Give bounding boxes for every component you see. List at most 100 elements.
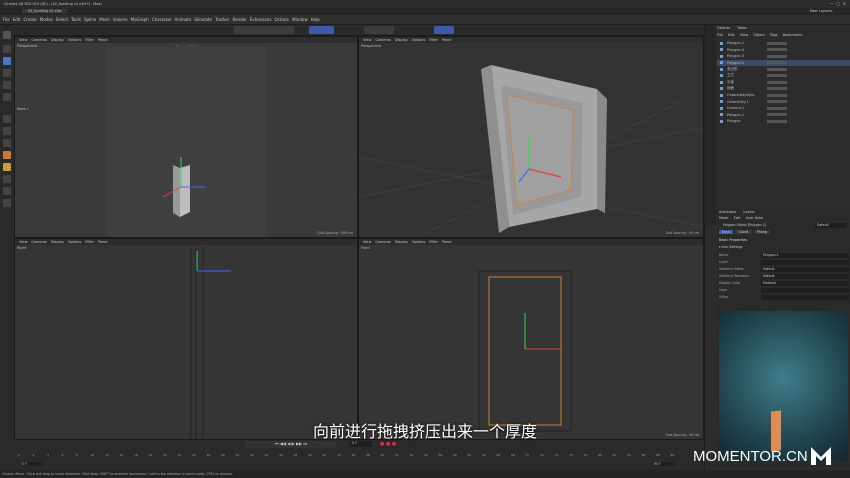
render-icons[interactable] [309, 26, 334, 34]
object-list-item[interactable]: 多边形 [717, 66, 850, 72]
attr-subsection[interactable]: ▾ Icon Settings [719, 245, 742, 249]
menu-item[interactable]: Extensions [250, 17, 272, 22]
tag-icons[interactable] [767, 74, 787, 77]
subtab-coord[interactable]: Coord. [735, 230, 752, 234]
object-list-item[interactable]: OctaneSky.1 [717, 99, 850, 105]
object-list-item[interactable]: Polygon.1 [717, 112, 850, 118]
paint-tool-icon[interactable] [3, 163, 11, 171]
record-buttons[interactable]: ● ● ● [380, 441, 410, 448]
attribute-value[interactable]: Material [761, 280, 849, 286]
object-list-item[interactable]: Polygon.2 [717, 59, 850, 66]
object-list-item[interactable]: Polygon.1 [717, 40, 850, 46]
viewport-perspective-right[interactable]: View Cameras Display Options Filter Pane… [358, 36, 704, 238]
menu-item[interactable]: Tools [71, 17, 81, 22]
menu-item[interactable]: Create [23, 17, 36, 22]
menu-item[interactable]: Select [56, 17, 68, 22]
attr-menu-edit[interactable]: Edit [734, 216, 741, 220]
playback-controls[interactable]: ⏮ ◀◀ ◀ ▶ ▶▶ ⏭ [246, 441, 336, 448]
object-list-item[interactable]: Polygon.0 [717, 47, 850, 53]
snap-icons[interactable] [364, 26, 394, 34]
obj-menu-object[interactable]: Object [753, 33, 764, 37]
object-list-item[interactable]: 地面 [717, 86, 850, 92]
rotate-tool-icon[interactable] [3, 69, 11, 77]
menu-item[interactable]: Animate [175, 17, 192, 22]
timeline-ruler[interactable]: 0 2 4 6 8 10 12 14 16 18 20 22 24 26 28 30 32 34 36 38 40 42 4… [18, 453, 678, 461]
subtab-basic[interactable]: Basic [719, 230, 734, 234]
point-mode-icon[interactable] [3, 115, 11, 123]
tab-takes[interactable]: Takes [737, 26, 747, 30]
menu-item[interactable]: Character [152, 17, 172, 22]
viewport-perspective-left[interactable]: View Cameras Display Options Filter Pane… [14, 36, 358, 238]
menu-item[interactable]: Edit [13, 17, 21, 22]
menu-item[interactable]: Window [292, 17, 308, 22]
tag-icons[interactable] [767, 41, 787, 45]
obj-menu-file[interactable]: File [717, 33, 723, 37]
menu-item[interactable]: Octane [274, 17, 288, 22]
octane-icons[interactable] [434, 26, 454, 34]
obj-menu-bookmarks[interactable]: Bookmarks [783, 33, 803, 37]
attr-menu-mode[interactable]: Mode [719, 216, 729, 220]
menu-item[interactable]: Tracker [215, 17, 229, 22]
tag-icons[interactable] [767, 113, 787, 116]
polygon-mode-icon[interactable] [3, 139, 11, 147]
tab-layers[interactable]: Layers [743, 210, 755, 214]
menu-item[interactable]: Mesh [99, 17, 110, 22]
knife-tool-icon[interactable] [3, 175, 11, 183]
move-tool-icon[interactable] [3, 57, 11, 65]
edge-mode-icon[interactable] [3, 127, 11, 135]
obj-menu-tags[interactable]: Tags [770, 33, 778, 37]
attribute-value[interactable]: Default [761, 266, 849, 272]
tag-icons[interactable] [767, 61, 787, 64]
end-frame[interactable]: 90 F [654, 462, 674, 466]
menu-item[interactable]: Volume [113, 17, 128, 22]
select-tool-icon[interactable] [3, 45, 11, 53]
menu-item[interactable]: MoGraph [131, 17, 149, 22]
tab-objects[interactable]: Objects [717, 26, 730, 30]
tab-document[interactable]: 02_building v2.c4d [22, 9, 68, 13]
object-list-item[interactable]: Polygon.3 [717, 53, 850, 59]
tag-icons[interactable] [767, 106, 787, 110]
attribute-value[interactable]: Polygon.2 [761, 252, 849, 258]
attr-mode-select[interactable]: Default [815, 223, 847, 228]
attr-menu-userdata[interactable]: User Data [746, 216, 763, 220]
subtab-phong[interactable]: Phong [753, 230, 770, 234]
tag-icons[interactable] [767, 100, 787, 103]
object-list-item[interactable]: Camera.1 [717, 105, 850, 111]
obj-menu-edit[interactable]: Edit [728, 33, 735, 37]
scale-tool-icon[interactable] [3, 81, 11, 89]
object-list-item[interactable]: 立方 [717, 73, 850, 79]
magnet-tool-icon[interactable] [3, 187, 11, 195]
tag-icons[interactable] [767, 48, 787, 51]
object-list-item[interactable]: Polygon [717, 118, 850, 124]
start-frame[interactable]: 0 F [22, 462, 42, 466]
menu-item[interactable]: Simulate [194, 17, 212, 22]
transform-tool-icon[interactable] [3, 93, 11, 101]
viewport-right[interactable]: View Cameras Display Options Filter Pane… [14, 238, 358, 440]
tag-icons[interactable] [767, 119, 787, 123]
tag-icons[interactable] [767, 54, 787, 58]
menu-item[interactable]: Modes [40, 17, 53, 22]
viewport-front[interactable]: View Cameras Display Options Filter Pane… [358, 238, 704, 440]
object-list-item[interactable]: OctaneDaylight [717, 92, 850, 98]
tab-attributes[interactable]: Attributes [719, 210, 736, 214]
tag-icons[interactable] [767, 80, 787, 84]
object-list-item[interactable]: 平面 [717, 79, 850, 85]
toolbar-icons[interactable] [234, 26, 294, 34]
menu-item[interactable]: File [3, 17, 10, 22]
menu-item[interactable]: Render [232, 17, 246, 22]
search-icon[interactable] [3, 31, 11, 39]
menu-item[interactable]: Spline [84, 17, 96, 22]
brush-tool-icon[interactable] [3, 151, 11, 159]
axis-tool-icon[interactable] [3, 199, 11, 207]
menu-item[interactable]: Help [311, 17, 320, 22]
tag-icons[interactable] [767, 87, 787, 90]
window-controls[interactable]: — ▢ ✕ [830, 1, 846, 6]
attribute-value[interactable]: Default [761, 273, 849, 279]
new-layouts-button[interactable]: New Layouts [810, 9, 832, 13]
attribute-value[interactable] [761, 287, 849, 293]
obj-menu-view[interactable]: View [740, 33, 748, 37]
tag-icons[interactable] [767, 93, 787, 97]
tag-icons[interactable] [767, 67, 787, 71]
attribute-value[interactable] [761, 259, 849, 265]
attribute-value[interactable] [761, 294, 849, 300]
